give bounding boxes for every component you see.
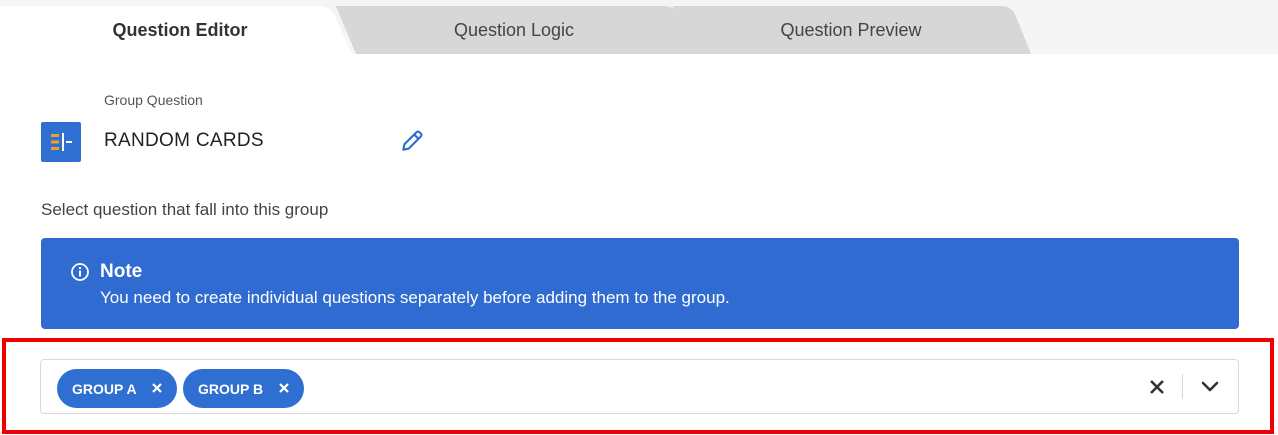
tab-question-logic[interactable]: Question Logic [334, 6, 694, 54]
group-type-label: Group Question [104, 92, 203, 108]
tab-question-preview[interactable]: Question Preview [671, 6, 1031, 54]
select-divider [1182, 374, 1183, 399]
chip-label: GROUP A [72, 380, 137, 397]
tab-bar: Question Editor Question Logic Question … [0, 0, 1278, 54]
selected-chip-group-a[interactable]: GROUP A [57, 369, 177, 408]
note-title: Note [100, 261, 143, 282]
chevron-down-icon[interactable] [1200, 379, 1220, 395]
select-instruction: Select question that fall into this grou… [41, 200, 329, 219]
tab-label: Question Preview [780, 19, 922, 40]
selected-chip-group-b[interactable]: GROUP B [183, 369, 304, 408]
note-banner: Note You need to create individual quest… [41, 238, 1239, 329]
clear-all-icon[interactable] [1148, 378, 1166, 396]
remove-chip-icon[interactable] [151, 382, 163, 394]
remove-chip-icon[interactable] [278, 382, 290, 394]
tab-question-editor[interactable]: Question Editor [0, 6, 360, 54]
note-text: You need to create individual questions … [100, 288, 730, 307]
info-circle-icon [71, 263, 89, 281]
group-name: RANDOM CARDS [104, 130, 264, 151]
tab-label: Question Editor [112, 19, 248, 40]
group-list-icon [41, 122, 81, 162]
pencil-icon[interactable] [399, 128, 425, 154]
question-multiselect[interactable]: GROUP A GROUP B [40, 359, 1239, 414]
tab-label: Question Logic [453, 19, 575, 40]
chip-label: GROUP B [198, 380, 264, 397]
